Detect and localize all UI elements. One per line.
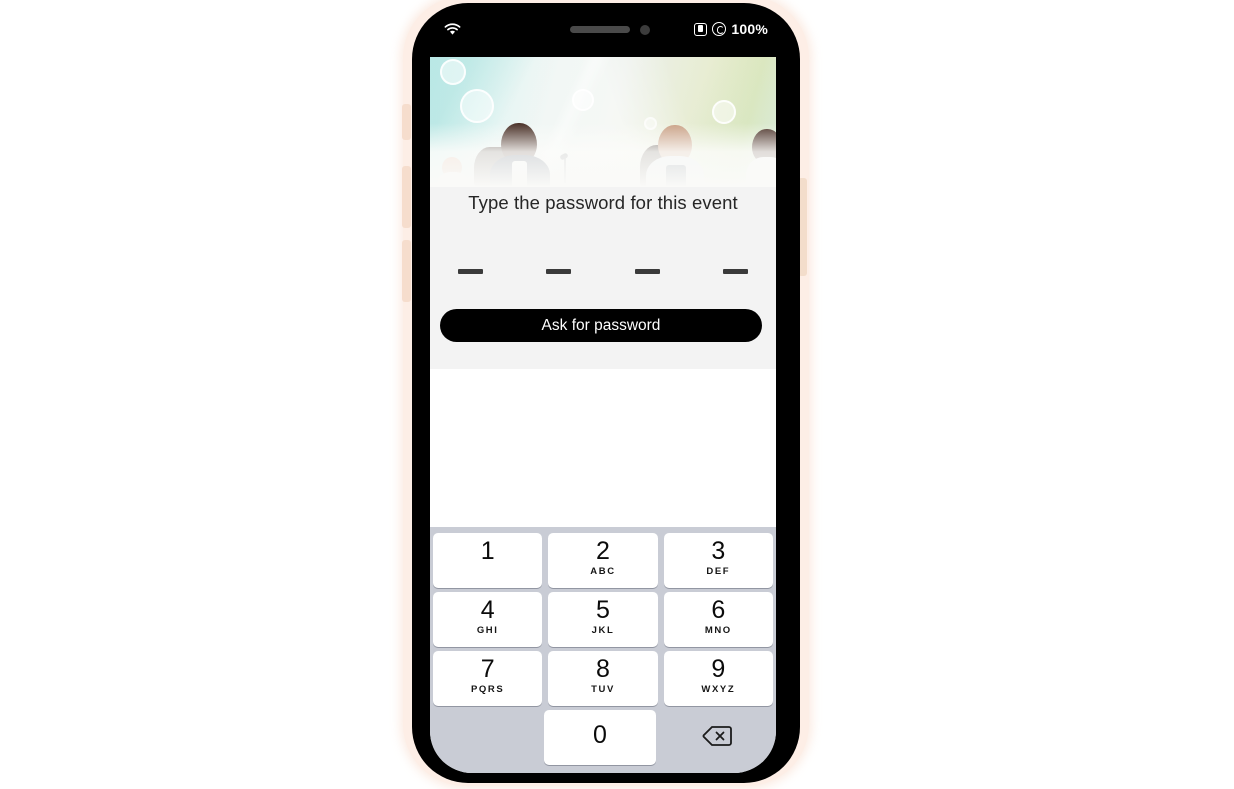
status-bar-left	[444, 23, 461, 41]
key-1[interactable]: 1	[433, 533, 543, 588]
wifi-icon	[444, 23, 461, 41]
password-slot-1[interactable]	[458, 269, 483, 274]
key-8-digit: 8	[596, 655, 610, 683]
password-slot-4[interactable]	[722, 269, 748, 274]
device-notch	[528, 13, 678, 43]
key-4-digit: 4	[480, 596, 495, 624]
numeric-keypad: 1 2 ABC 3 DEF 4 GHI 5 JKL 6 MNO 7 PQRS 8…	[430, 527, 776, 773]
key-4[interactable]: 4 GHI	[433, 592, 543, 647]
volume-up-button[interactable]	[402, 166, 411, 228]
bokeh-circle-5	[644, 117, 657, 130]
key-9-letters: WXYZ	[701, 684, 736, 695]
key-9-digit: 9	[711, 655, 726, 683]
content-empty-area	[430, 369, 776, 499]
key-3[interactable]: 3 DEF	[663, 533, 773, 588]
earpiece-speaker	[570, 26, 630, 33]
keypad-row-2: 4 GHI 5 JKL 6 MNO	[430, 590, 776, 649]
event-banner-image	[430, 57, 776, 187]
password-panel: Type the password for this event Ask for…	[430, 187, 776, 369]
battery-percentage: 100%	[731, 21, 768, 37]
status-bar: 100%	[430, 13, 776, 57]
key-2-letters: ABC	[590, 566, 616, 577]
ask-for-password-button[interactable]: Ask for password	[440, 309, 762, 342]
keypad-blank-left	[430, 708, 541, 767]
key-0[interactable]: 0	[544, 710, 656, 765]
keypad-row-1: 1 2 ABC 3 DEF	[430, 531, 776, 590]
bokeh-circle-2	[460, 89, 494, 123]
key-4-letters: GHI	[476, 625, 499, 636]
alarm-icon	[694, 22, 708, 36]
phone-screen: 100% Type the password for this event As…	[430, 13, 776, 773]
keypad-row-4: 0	[430, 708, 776, 767]
key-3-digit: 3	[711, 537, 726, 565]
key-9[interactable]: 9 WXYZ	[663, 651, 773, 706]
front-camera	[640, 25, 650, 35]
app-content: Type the password for this event Ask for…	[430, 57, 776, 773]
volume-down-button[interactable]	[402, 240, 411, 302]
bokeh-circle-4	[712, 100, 736, 124]
mute-switch-button[interactable]	[402, 104, 411, 140]
screenshot-canvas: 100% Type the password for this event As…	[0, 0, 1234, 789]
key-6-letters: MNO	[704, 625, 732, 636]
key-5[interactable]: 5 JKL	[548, 592, 658, 647]
bokeh-circle-1	[440, 59, 466, 85]
key-8-letters: TUV	[591, 684, 615, 695]
password-prompt-title: Type the password for this event	[468, 192, 738, 213]
orientation-lock-icon	[712, 22, 727, 36]
password-entry-field[interactable]	[458, 269, 748, 274]
key-7-digit: 7	[480, 655, 495, 683]
banner-floor-fade	[430, 123, 776, 187]
backspace-icon	[702, 725, 733, 750]
key-3-letters: DEF	[706, 566, 731, 577]
key-5-letters: JKL	[591, 625, 615, 636]
key-1-digit: 1	[480, 537, 495, 565]
key-6[interactable]: 6 MNO	[663, 592, 773, 647]
password-slot-2[interactable]	[546, 269, 572, 274]
key-2[interactable]: 2 ABC	[548, 533, 658, 588]
key-6-digit: 6	[711, 596, 726, 624]
password-slot-3[interactable]	[634, 269, 660, 274]
status-bar-right: 100%	[694, 21, 768, 37]
key-2-digit: 2	[596, 537, 610, 565]
key-5-digit: 5	[596, 596, 610, 624]
keypad-row-3: 7 PQRS 8 TUV 9 WXYZ	[430, 649, 776, 708]
key-backspace[interactable]	[662, 710, 773, 765]
key-7-letters: PQRS	[471, 684, 505, 695]
bokeh-circle-3	[572, 89, 594, 111]
key-8[interactable]: 8 TUV	[548, 651, 658, 706]
key-7[interactable]: 7 PQRS	[433, 651, 543, 706]
